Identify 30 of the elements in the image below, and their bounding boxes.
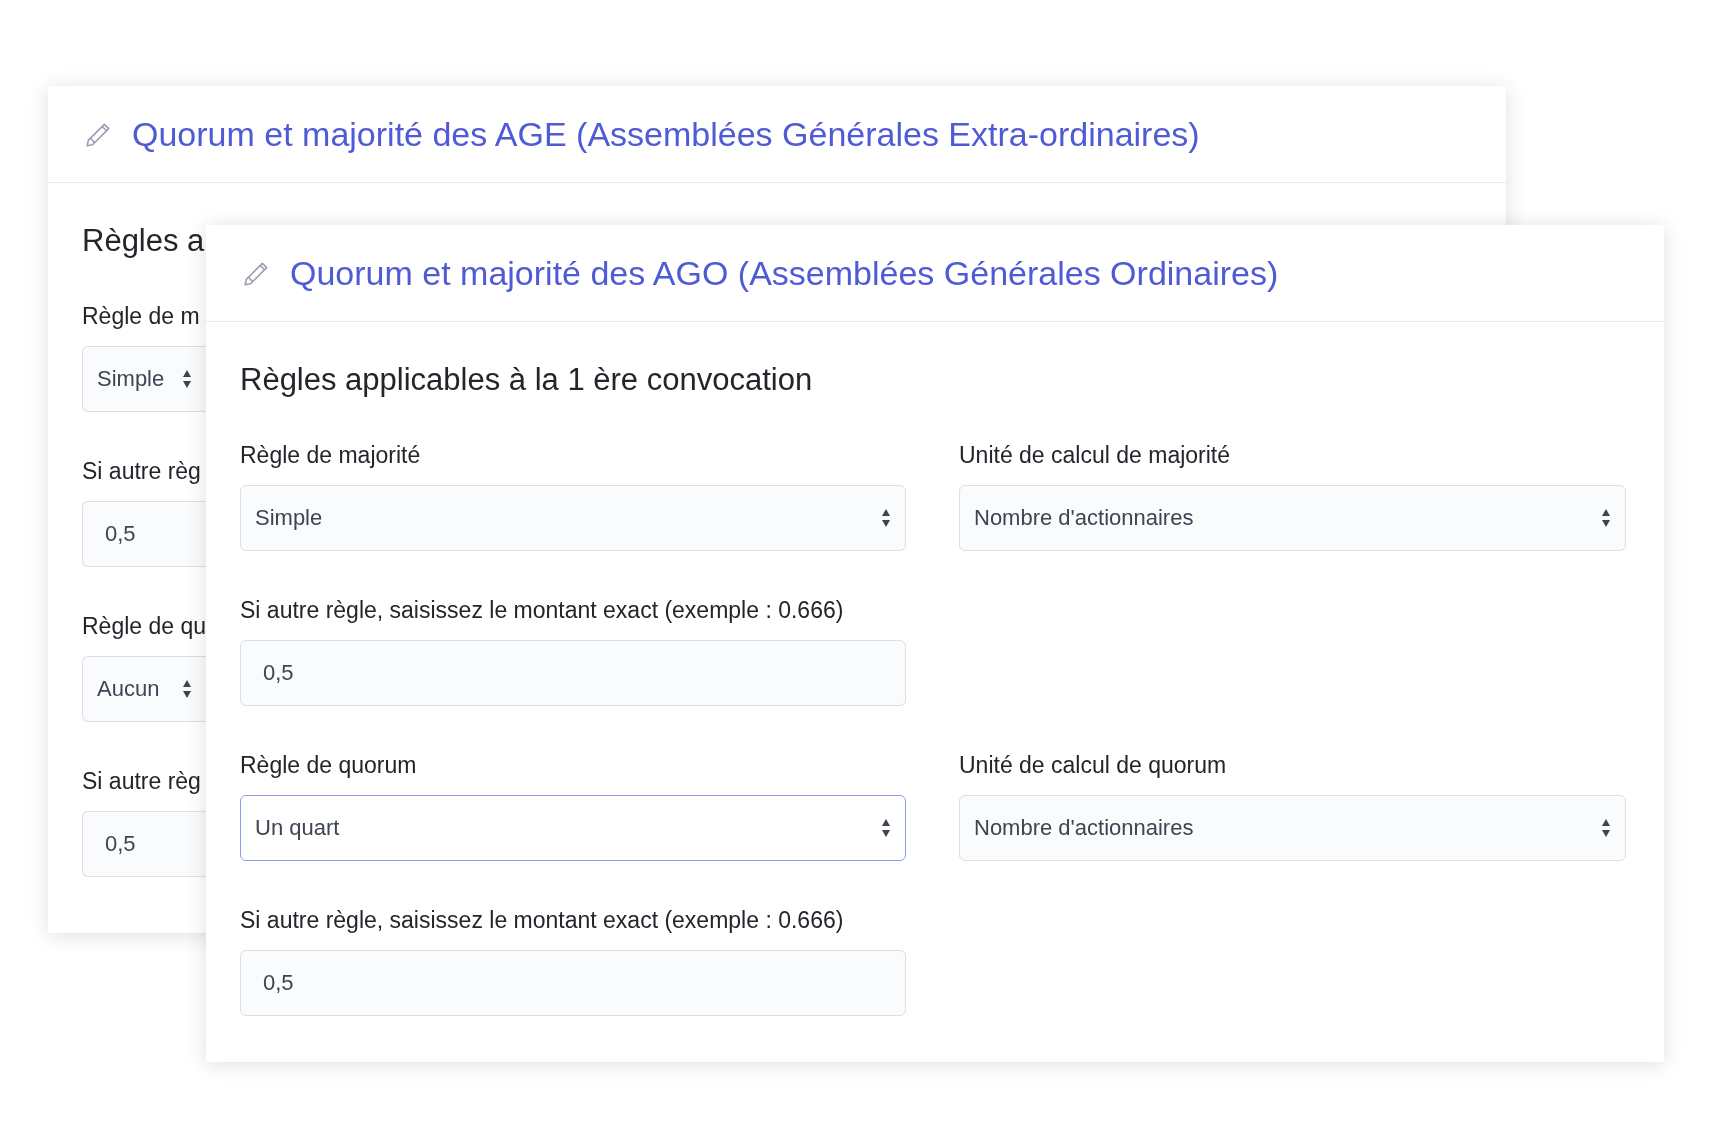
input-field[interactable]: 0,5: [82, 501, 206, 567]
input-field[interactable]: 0,5: [240, 950, 906, 1016]
select-field[interactable]: Nombre d'actionnaires: [959, 485, 1626, 551]
section-heading: Règles a: [82, 223, 206, 259]
sort-arrows-icon: [182, 678, 192, 700]
input-field[interactable]: 0,5: [82, 811, 206, 877]
field-label: Si autre règ: [82, 768, 201, 795]
input-field[interactable]: 0,5: [240, 640, 906, 706]
select-field[interactable]: Simple: [240, 485, 906, 551]
field-label: Si autre règle, saisissez le montant exact (exemple : 0.666): [240, 907, 844, 934]
select-field[interactable]: Aucun: [82, 656, 206, 722]
field-label: Règle de m: [82, 303, 200, 330]
select-field[interactable]: Un quart: [240, 795, 906, 861]
sort-arrows-icon: [881, 817, 891, 839]
select-field[interactable]: Simple: [82, 346, 206, 412]
field-label: Règle de quorum: [240, 752, 417, 779]
sort-arrows-icon: [881, 507, 891, 529]
card-title: Quorum et majorité des AGE (Assemblées Générales Extra-ordinaires): [132, 114, 1200, 154]
sort-arrows-icon: [1601, 507, 1611, 529]
field-label: Unité de calcul de quorum: [959, 752, 1227, 779]
sort-arrows-icon: [182, 368, 192, 390]
sort-arrows-icon: [1601, 817, 1611, 839]
field-label: Si autre règ: [82, 458, 201, 485]
field-label: Si autre règle, saisissez le montant exact (exemple : 0.666): [240, 597, 844, 624]
field-label: Règle de qu: [82, 613, 207, 640]
card-title: Quorum et majorité des AGO (Assemblées Générales Ordinaires): [290, 253, 1279, 293]
section-heading: Règles applicables à la 1 ère convocation: [240, 362, 814, 398]
field-label: Règle de majorité: [240, 442, 421, 469]
field-label: Unité de calcul de majorité: [959, 442, 1231, 469]
select-field[interactable]: Nombre d'actionnaires: [959, 795, 1626, 861]
